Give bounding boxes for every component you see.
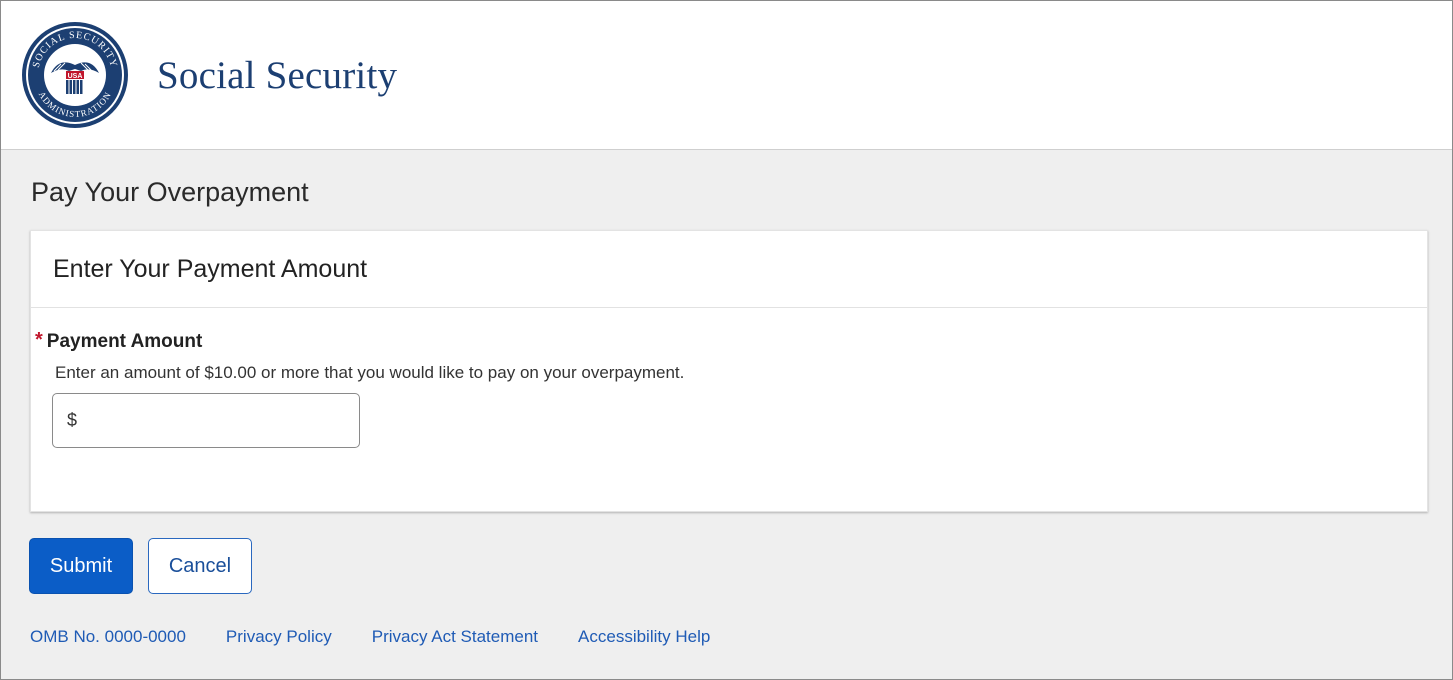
currency-symbol: $ — [67, 410, 78, 430]
payment-amount-label-text: Payment Amount — [46, 330, 203, 352]
privacy-act-statement-link[interactable]: Privacy Act Statement — [372, 627, 538, 647]
page-frame: SOCIAL SECURITY ADMINISTRATION USA Socia… — [0, 0, 1453, 680]
payment-amount-label: * Payment Amount — [35, 329, 1427, 353]
privacy-policy-link[interactable]: Privacy Policy — [226, 627, 332, 647]
ssa-seal-icon: SOCIAL SECURITY ADMINISTRATION USA — [22, 22, 128, 128]
card-title: Enter Your Payment Amount — [31, 231, 1427, 308]
site-header: SOCIAL SECURITY ADMINISTRATION USA Socia… — [1, 1, 1452, 150]
cancel-button[interactable]: Cancel — [148, 538, 252, 594]
payment-amount-field[interactable]: $ — [52, 393, 360, 448]
accessibility-help-link[interactable]: Accessibility Help — [578, 627, 710, 647]
form-actions: Submit Cancel — [29, 538, 1452, 594]
payment-amount-input[interactable] — [77, 399, 359, 442]
submit-button[interactable]: Submit — [29, 538, 133, 594]
page-title: Pay Your Overpayment — [31, 177, 309, 207]
payment-amount-hint: Enter an amount of $10.00 or more that y… — [55, 363, 685, 382]
card-body: * Payment Amount Enter an amount of $10.… — [31, 308, 1427, 448]
payment-card: Enter Your Payment Amount * Payment Amou… — [30, 230, 1428, 512]
agency-name: Social Security — [157, 53, 398, 97]
required-asterisk: * — [35, 329, 43, 351]
omb-number: OMB No. 0000-0000 — [30, 627, 186, 646]
svg-text:USA: USA — [68, 73, 83, 80]
footer: OMB No. 0000-0000 Privacy Policy Privacy… — [30, 627, 1452, 647]
